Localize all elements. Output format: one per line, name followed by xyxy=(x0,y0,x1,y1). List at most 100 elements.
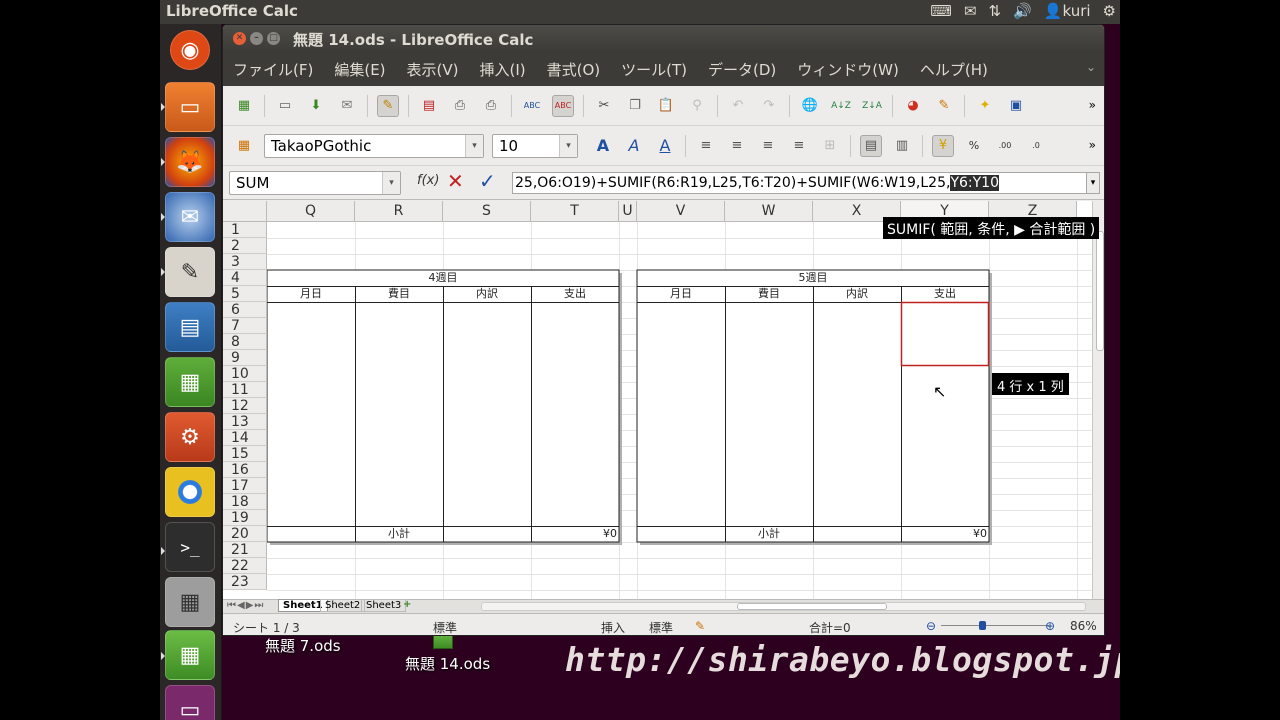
desktop-file-icon-2[interactable]: 無題 14.ods xyxy=(405,653,490,674)
formula-input[interactable]: 25,O6:O19)+SUMIF(R6:R19,L25,T6:T20)+SUMI… xyxy=(512,172,1094,194)
row-header[interactable]: 6 xyxy=(223,302,267,318)
menu-view[interactable]: 表示(V) xyxy=(407,59,459,80)
save-icon[interactable]: ⬇ xyxy=(305,95,327,117)
function-wizard-icon[interactable]: f(x) xyxy=(417,173,439,188)
percent-icon[interactable]: % xyxy=(963,135,985,157)
format-toolbar-overflow-icon[interactable]: » xyxy=(1089,138,1096,152)
menu-help[interactable]: ヘルプ(H) xyxy=(920,59,988,80)
font-size-dropdown-icon[interactable]: ▾ xyxy=(559,134,577,157)
zoom-in-icon[interactable]: ⊕ xyxy=(1045,619,1055,633)
row-header[interactable]: 13 xyxy=(223,414,267,430)
files-icon[interactable]: ▭ xyxy=(165,82,215,132)
add-sheet-icon[interactable]: + xyxy=(403,599,411,610)
desktop-file-icon[interactable]: 無題 7.ods xyxy=(265,635,341,656)
window-titlebar[interactable]: ✕ – □ 無題 14.ods - LibreOffice Calc xyxy=(223,25,1104,52)
status-page-style[interactable]: 標準 xyxy=(433,619,457,635)
undo-icon[interactable]: ↶ xyxy=(727,95,749,117)
row-header[interactable]: 22 xyxy=(223,558,267,574)
zoom-out-icon[interactable]: ⊖ xyxy=(926,619,936,633)
row-header[interactable]: 16 xyxy=(223,462,267,478)
redo-icon[interactable]: ↷ xyxy=(758,95,780,117)
merge-cells-icon[interactable]: ⊞ xyxy=(819,135,841,157)
menu-edit[interactable]: 編集(E) xyxy=(334,59,385,80)
row-header[interactable]: 2 xyxy=(223,238,267,254)
row-header[interactable]: 9 xyxy=(223,350,267,366)
trash-icon[interactable]: ▭ xyxy=(165,685,215,720)
row-header[interactable]: 15 xyxy=(223,446,267,462)
decimal-remove-icon[interactable]: .0 xyxy=(1025,135,1047,157)
menu-window[interactable]: ウィンドウ(W) xyxy=(797,59,899,80)
zoom-slider-handle[interactable] xyxy=(979,621,986,630)
vertical-scroll-thumb[interactable] xyxy=(1096,231,1104,351)
column-header[interactable]: Q xyxy=(267,201,355,222)
menu-format[interactable]: 書式(O) xyxy=(547,59,601,80)
thunderbird-icon[interactable]: ✉ xyxy=(165,192,215,242)
row-header[interactable]: 7 xyxy=(223,318,267,334)
zoom-slider[interactable] xyxy=(941,625,1049,626)
row-header[interactable]: 14 xyxy=(223,430,267,446)
menu-data[interactable]: データ(D) xyxy=(708,59,776,80)
align-center-icon[interactable]: ≡ xyxy=(726,135,748,157)
expand-formula-icon[interactable]: ▾ xyxy=(1086,172,1100,194)
column-header[interactable]: V xyxy=(637,201,725,222)
tab-sheet2[interactable]: Sheet2 xyxy=(320,599,366,612)
cancel-icon[interactable]: ✕ xyxy=(447,169,464,193)
row-header[interactable]: 5 xyxy=(223,286,267,302)
clone-format-icon[interactable]: ⚲ xyxy=(686,95,708,117)
underline-icon[interactable]: A xyxy=(654,135,676,157)
row-header[interactable]: 8 xyxy=(223,334,267,350)
accept-icon[interactable]: ✓ xyxy=(479,169,496,193)
copy-icon[interactable]: ❐ xyxy=(624,95,646,117)
calc-running-icon[interactable]: ▦ xyxy=(165,630,215,680)
status-zoom[interactable]: 86% xyxy=(1070,619,1097,633)
mail-icon[interactable]: ✉ xyxy=(964,2,977,20)
row-header[interactable]: 4 xyxy=(223,270,267,286)
name-box[interactable]: SUM ▾ xyxy=(229,171,401,195)
keyboard-icon[interactable]: ⌨ xyxy=(930,2,952,20)
column-header[interactable]: S xyxy=(443,201,531,222)
menu-tools[interactable]: ツール(T) xyxy=(621,59,687,80)
cut-icon[interactable]: ✂ xyxy=(593,95,615,117)
dash-home-icon[interactable]: ◉ xyxy=(170,30,210,70)
new-icon[interactable]: ▦ xyxy=(233,95,255,117)
spellcheck-icon[interactable]: ABC xyxy=(521,95,543,117)
spreadsheet-grid[interactable]: QRSTUVWXYZ 1 2 3 4 5 6 7 8 9 10 11 12 13 14 15 16 17 18 19… xyxy=(223,201,1104,599)
gallery-icon[interactable]: ▣ xyxy=(1005,95,1027,117)
chrome-icon[interactable] xyxy=(165,467,215,517)
terminal-icon[interactable]: >_ xyxy=(165,522,215,572)
decimal-add-icon[interactable]: .00 xyxy=(994,135,1016,157)
align-top-icon[interactable]: ▤ xyxy=(860,134,882,157)
menu-file[interactable]: ファイル(F) xyxy=(233,59,313,80)
italic-icon[interactable]: A xyxy=(623,135,645,157)
row-header[interactable]: 12 xyxy=(223,398,267,414)
vertical-scrollbar[interactable] xyxy=(1092,201,1104,599)
horizontal-scrollbar[interactable] xyxy=(481,602,1086,611)
draw-functions-icon[interactable]: ✎ xyxy=(933,95,955,117)
column-header[interactable]: U xyxy=(619,201,637,222)
navigator-icon[interactable]: ✦ xyxy=(974,95,996,117)
export-pdf-icon[interactable]: ▤ xyxy=(418,95,440,117)
chart-icon[interactable]: ◕ xyxy=(902,95,924,117)
align-vcenter-icon[interactable]: ▥ xyxy=(891,135,913,157)
text-editor-icon[interactable]: ✎ xyxy=(165,247,215,297)
horizontal-scroll-thumb[interactable] xyxy=(737,603,887,610)
row-header[interactable]: 17 xyxy=(223,478,267,494)
autospellcheck-icon[interactable]: ABC xyxy=(552,94,574,117)
row-header[interactable]: 19 xyxy=(223,510,267,526)
align-left-icon[interactable]: ≡ xyxy=(695,135,717,157)
select-all-corner[interactable] xyxy=(223,201,267,222)
email-icon[interactable]: ✉ xyxy=(336,95,358,117)
font-size-combo[interactable]: 10 ▾ xyxy=(492,133,578,158)
row-header[interactable]: 18 xyxy=(223,494,267,510)
column-header[interactable]: W xyxy=(725,201,813,222)
calc-icon[interactable]: ▦ xyxy=(165,357,215,407)
font-name-dropdown-icon[interactable]: ▾ xyxy=(465,134,483,157)
edit-mode-icon[interactable]: ✎ xyxy=(377,94,399,117)
system-settings-icon[interactable]: ⚙ xyxy=(165,412,215,462)
status-selection-mode[interactable]: 標準 xyxy=(649,619,673,635)
menu-insert[interactable]: 挿入(I) xyxy=(480,59,526,80)
bold-icon[interactable]: A xyxy=(592,135,614,157)
currency-icon[interactable]: ¥ xyxy=(932,134,954,157)
tab-sheet3[interactable]: Sheet3 xyxy=(361,599,407,612)
calculator-icon[interactable]: ▦ xyxy=(165,577,215,627)
